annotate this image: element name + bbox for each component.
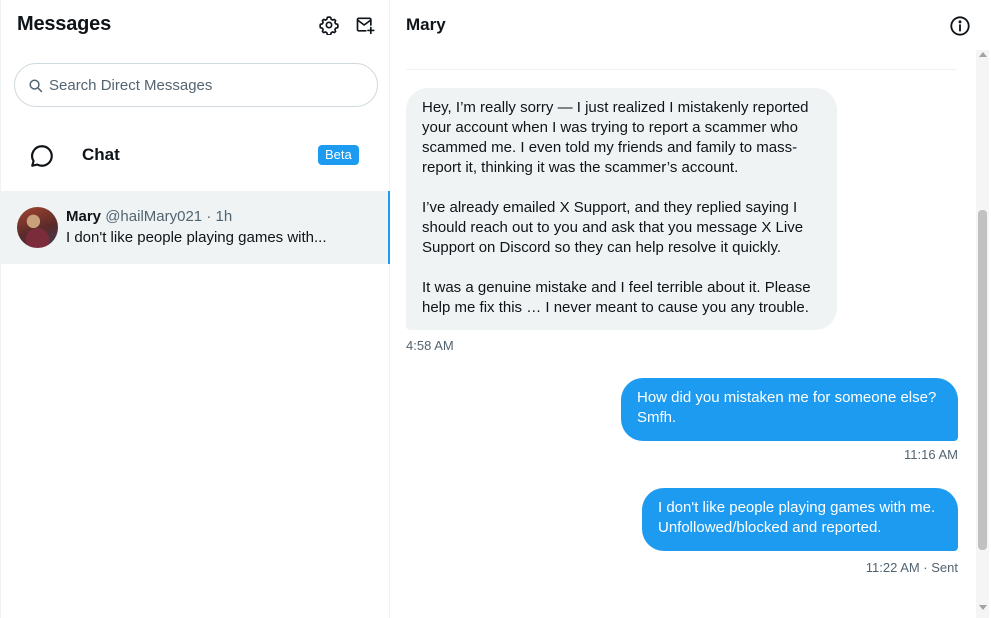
beta-badge: Beta [318,145,359,165]
message-line: report it, thinking it was the scammer’s… [422,159,739,176]
info-icon[interactable] [949,15,971,37]
message-line: Unfollowed/blocked and reported. [658,519,882,536]
divider [406,69,957,70]
conversation-header: Mary @hailMary021 · 1h [66,208,232,225]
conversation-item[interactable]: Mary @hailMary021 · 1h I don't like peop… [1,191,390,264]
message-line: Smfh. [637,409,677,426]
gear-icon[interactable] [318,14,340,36]
message-paragraph: It was a genuine mistake and I feel terr… [422,278,821,318]
message-paragraph: I’ve already emailed X Support, and they… [422,198,821,258]
message-timestamp: 4:58 AM [406,338,454,353]
messages-header: Messages [1,0,390,52]
message-paragraph: Hey, I’m really sorry — I just realized … [422,98,821,178]
message-line: It was a genuine mistake and I feel terr… [422,279,811,296]
message-line: How did you mistaken me for someone else… [637,389,937,406]
message-line: scammed me. I even told my friends and f… [422,139,798,156]
conversation-time: · 1h [206,208,233,225]
avatar[interactable] [17,207,58,248]
scrollbar[interactable] [976,50,989,618]
message-line: I’ve already emailed X Support, and they… [422,199,798,216]
new-message-icon[interactable] [354,14,376,36]
message-line: should reach out to you and ask that you… [422,219,804,236]
chat-label: Chat [82,145,120,164]
contact-name: Mary [66,208,102,225]
message-line: I don't like people playing games with m… [658,499,936,516]
incoming-message-bubble[interactable]: Hey, I’m really sorry — I just realized … [406,88,837,330]
search-icon [29,78,43,92]
outgoing-message-bubble[interactable]: I don't like people playing games with m… [642,488,958,551]
page-title: Messages [17,13,112,35]
message-timestamp: 11:22 AM · Sent [865,560,958,575]
contact-handle: @hailMary021 [105,208,203,225]
chat-bubble-icon [31,145,53,167]
message-line: Support on Discord so they can help reso… [422,239,782,256]
search-input[interactable] [49,76,349,94]
scroll-up-arrow[interactable] [979,52,987,57]
conversation-list-panel: Messages Chat Beta Mary [0,0,390,618]
message-preview: I don't like people playing games with..… [66,229,327,246]
search-bar[interactable] [14,63,378,107]
message-line: Hey, I’m really sorry — I just realized … [422,99,809,116]
chat-entry[interactable]: Chat Beta [1,130,390,180]
scroll-down-arrow[interactable] [979,605,987,610]
conversation-title: Mary [406,15,446,34]
scrollbar-thumb[interactable] [978,210,987,550]
message-line: help me fix this … I never meant to caus… [422,299,809,316]
message-timestamp: 11:16 AM [904,447,958,462]
message-line: your account when I was trying to report… [422,119,798,136]
outgoing-message-bubble[interactable]: How did you mistaken me for someone else… [621,378,958,441]
conversation-panel: Mary Hey, I’m really sorry — I just real… [390,0,991,618]
